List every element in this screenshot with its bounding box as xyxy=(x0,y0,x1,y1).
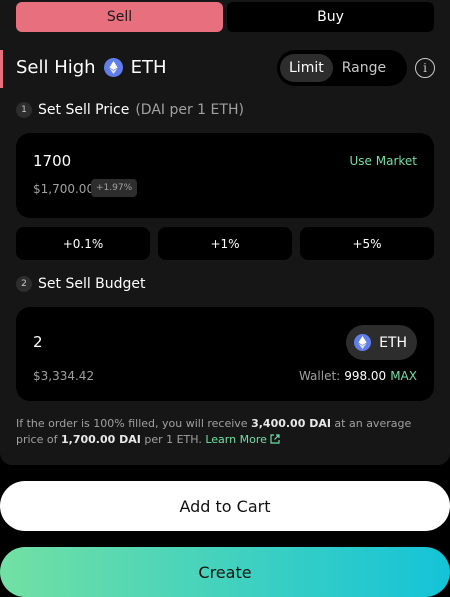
step-label: Set Sell Budget xyxy=(38,276,146,292)
price-change-badge: +1.97% xyxy=(91,179,138,197)
adjust-0-1-button[interactable]: +0.1% xyxy=(16,227,150,260)
budget-usd-value: $3,334.42 xyxy=(33,369,95,383)
summary-text: If the order is 100% filled, you will re… xyxy=(16,417,252,430)
step-label: Set Sell Price xyxy=(38,102,130,118)
wallet-balance: Wallet: 998.00 MAX xyxy=(299,369,417,383)
external-link-icon xyxy=(270,434,280,444)
step-set-sell-price: 1 Set Sell Price (DAI per 1 ETH) xyxy=(16,102,244,118)
budget-input[interactable]: 2 xyxy=(33,333,43,351)
order-header: Sell High ETH Limit Range i xyxy=(0,50,450,88)
order-token: ETH xyxy=(130,57,167,78)
price-usd-value: $1,700.00 xyxy=(33,182,95,196)
sell-accent-bar xyxy=(0,50,3,88)
price-input[interactable]: 1700 xyxy=(33,152,71,170)
use-market-button[interactable]: Use Market xyxy=(350,154,417,168)
step-number: 2 xyxy=(16,276,32,292)
order-summary: If the order is 100% filled, you will re… xyxy=(16,416,434,448)
create-button[interactable]: Create xyxy=(0,547,450,597)
mode-toggle: Limit Range xyxy=(277,50,407,86)
learn-more-label: Learn More xyxy=(205,433,267,446)
order-title-label: Sell High xyxy=(16,57,96,78)
adjust-5-button[interactable]: +5% xyxy=(300,227,434,260)
add-to-cart-button[interactable]: Add to Cart xyxy=(0,481,450,531)
mode-range[interactable]: Range xyxy=(333,54,395,82)
budget-card: 2 ETH $3,334.42 Wallet: 998.00 MAX xyxy=(16,307,434,401)
price-adjust-row: +0.1% +1% +5% xyxy=(16,227,434,260)
summary-avg-price: 1,700.00 DAI xyxy=(60,433,141,446)
info-icon[interactable]: i xyxy=(415,58,435,78)
token-selector[interactable]: ETH xyxy=(346,325,417,360)
eth-icon xyxy=(103,58,123,77)
price-card: 1700 Use Market $1,700.00 +1.97% xyxy=(16,133,434,218)
tab-sell[interactable]: Sell xyxy=(16,2,223,32)
order-title: Sell High ETH xyxy=(16,57,167,78)
learn-more-link[interactable]: Learn More xyxy=(205,433,280,446)
eth-icon xyxy=(354,334,372,351)
max-button[interactable]: MAX xyxy=(390,369,417,383)
step-set-sell-budget: 2 Set Sell Budget xyxy=(16,276,146,292)
order-panel: Sell Buy Sell High ETH Limit Range i 1 S… xyxy=(0,0,450,465)
summary-receive-amount: 3,400.00 DAI xyxy=(251,417,331,430)
summary-text: per 1 ETH. xyxy=(140,433,206,446)
mode-limit[interactable]: Limit xyxy=(280,54,333,82)
token-selector-label: ETH xyxy=(379,334,407,351)
tab-buy[interactable]: Buy xyxy=(227,2,434,32)
step-number: 1 xyxy=(16,102,32,118)
step-sublabel: (DAI per 1 ETH) xyxy=(135,102,244,118)
side-tabs: Sell Buy xyxy=(16,2,434,32)
adjust-1-button[interactable]: +1% xyxy=(158,227,292,260)
wallet-value: 998.00 xyxy=(344,369,387,383)
wallet-label: Wallet: xyxy=(298,369,341,383)
